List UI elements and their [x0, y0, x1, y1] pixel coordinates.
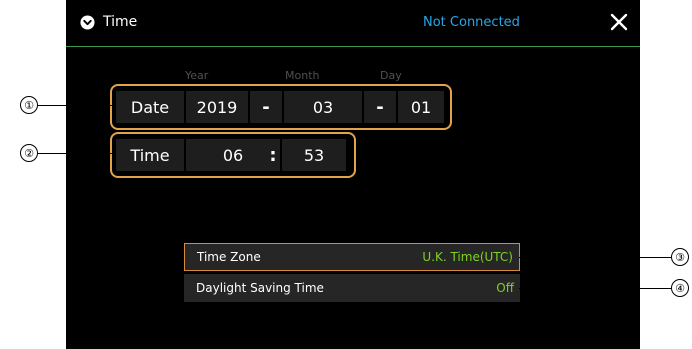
date-separator: - — [250, 91, 282, 123]
time-zone-label: Time Zone — [197, 250, 261, 264]
callout-2: ② — [20, 144, 38, 162]
callout-leader — [519, 257, 671, 258]
callout-leader — [38, 105, 112, 106]
month-caption: Month — [285, 69, 320, 82]
daylight-saving-setting[interactable]: Daylight Saving Time Off — [184, 274, 520, 302]
time-screen: Time Not Connected Year Month Day Date 2… — [66, 0, 640, 349]
close-icon[interactable] — [609, 12, 629, 32]
year-caption: Year — [185, 69, 209, 82]
day-caption: Day — [380, 69, 402, 82]
date-label: Date — [116, 91, 184, 123]
date-separator: - — [364, 91, 396, 123]
month-field[interactable]: 03 — [284, 91, 362, 123]
callout-1: ① — [20, 96, 38, 114]
callout-leader — [38, 153, 112, 154]
daylight-saving-label: Daylight Saving Time — [196, 281, 324, 295]
minute-field[interactable]: 53 — [282, 139, 346, 171]
daylight-saving-value: Off — [496, 281, 514, 295]
callout-3: ③ — [671, 248, 689, 266]
date-row: Date 2019 - 03 - 01 — [110, 84, 452, 130]
time-label: Time — [116, 139, 184, 171]
year-field[interactable]: 2019 — [186, 91, 248, 123]
title-bar: Time Not Connected — [66, 0, 640, 47]
clock-icon — [80, 15, 95, 30]
connection-status: Not Connected — [423, 15, 520, 30]
time-separator: : — [269, 144, 277, 166]
page-title: Time — [103, 14, 138, 30]
time-row: Time 06 53 : — [110, 132, 356, 178]
time-zone-setting[interactable]: Time Zone U.K. Time(UTC) — [184, 243, 520, 271]
time-zone-value: U.K. Time(UTC) — [422, 250, 513, 264]
callout-4: ④ — [671, 279, 689, 297]
callout-leader — [519, 288, 671, 289]
day-field[interactable]: 01 — [398, 91, 444, 123]
